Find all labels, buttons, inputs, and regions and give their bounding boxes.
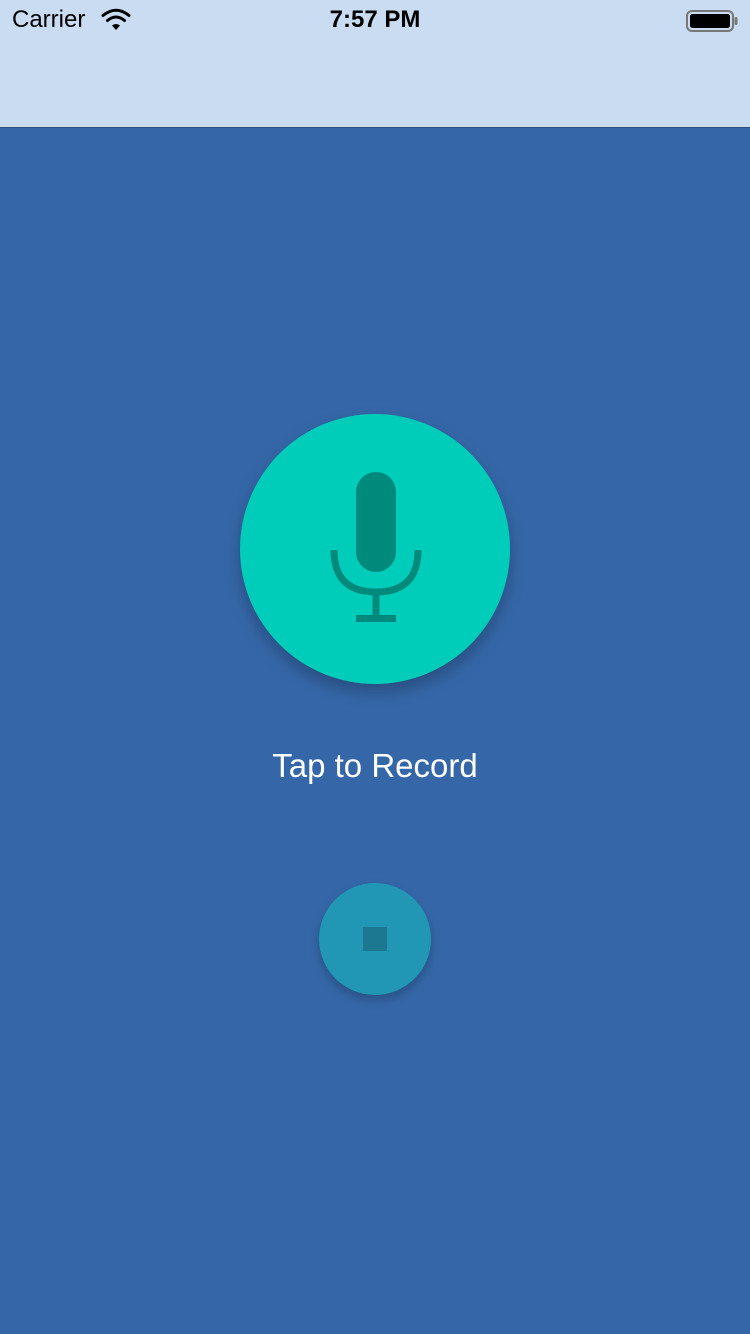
record-button[interactable] — [240, 414, 510, 684]
recorder-screen: Carrier 7:57 PM Tap to Record — [0, 0, 750, 1334]
stop-button[interactable] — [319, 883, 431, 995]
stop-icon — [363, 927, 387, 951]
status-time: 7:57 PM — [329, 6, 421, 33]
status-bar: Carrier 7:57 PM — [0, 0, 750, 40]
microphone-icon — [330, 472, 422, 622]
battery-icon — [686, 10, 738, 32]
navigation-bar: Carrier 7:57 PM — [0, 0, 750, 128]
record-status-label: Tap to Record — [272, 747, 478, 784]
